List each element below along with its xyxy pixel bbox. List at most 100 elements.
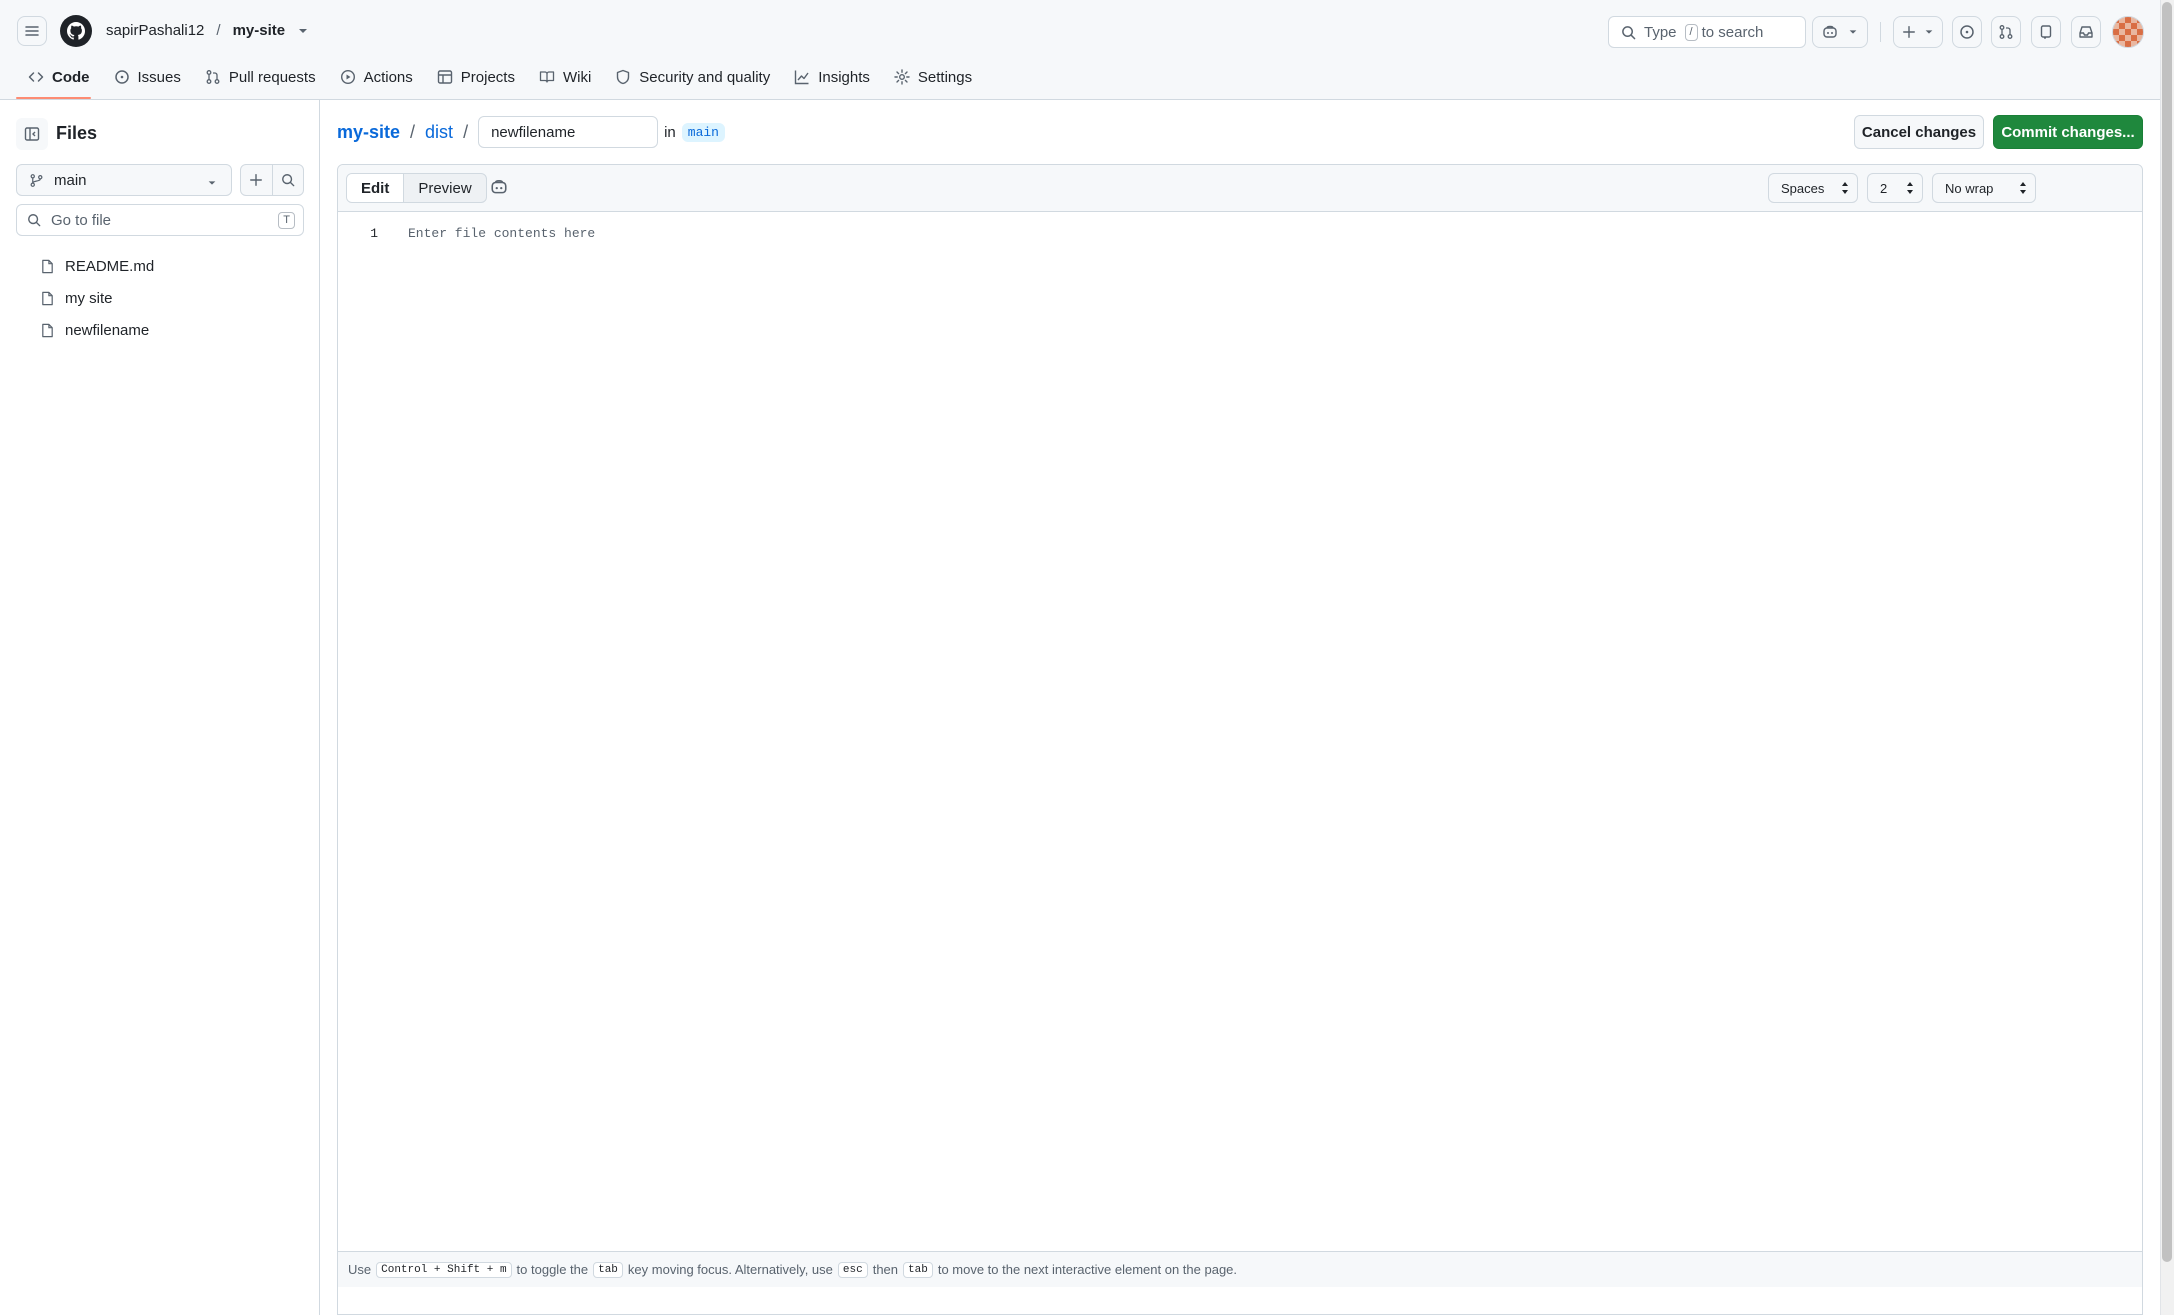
breadcrumb-separator: / xyxy=(216,22,221,39)
path-separator: / xyxy=(463,121,469,142)
cancel-changes-button[interactable]: Cancel changes xyxy=(1854,115,1984,149)
go-to-file-shortcut: T xyxy=(278,212,295,229)
github-logo-icon[interactable] xyxy=(60,15,92,47)
avatar[interactable] xyxy=(2112,16,2144,48)
tab-settings[interactable]: Settings xyxy=(882,62,984,92)
tab-label: Security and quality xyxy=(639,68,771,86)
file-tree-item[interactable]: README.md xyxy=(40,250,310,282)
search-icon xyxy=(1622,25,1636,39)
header-divider xyxy=(1880,22,1881,42)
tab-insights[interactable]: Insights xyxy=(782,62,882,92)
copilot-button[interactable] xyxy=(1812,16,1868,48)
notifications-button[interactable] xyxy=(2071,16,2101,48)
add-file-button[interactable] xyxy=(241,165,272,195)
file-tree: README.md my site newfilename xyxy=(40,250,310,346)
tab-preview[interactable]: Preview xyxy=(404,174,485,202)
tab-label: Code xyxy=(52,68,90,86)
file-tree-item[interactable]: my site xyxy=(40,282,310,314)
line-wrap-value: No wrap xyxy=(1945,180,1994,196)
your-issues-button[interactable] xyxy=(1952,16,1982,48)
editor-main: my-site / dist / in main Cancel changes … xyxy=(321,100,2160,1315)
tab-label: Settings xyxy=(917,68,973,86)
tab-projects[interactable]: Projects xyxy=(425,62,527,92)
search-files-button[interactable] xyxy=(271,165,304,195)
collapse-sidebar-button[interactable] xyxy=(16,118,48,150)
hamburger-icon xyxy=(25,26,39,36)
in-label: in xyxy=(664,123,676,141)
indent-mode-value: Spaces xyxy=(1781,180,1825,196)
repo-root-link[interactable]: my-site xyxy=(337,122,400,143)
copilot-icon[interactable] xyxy=(490,178,508,196)
git-branch-icon xyxy=(30,173,43,187)
branch-name: main xyxy=(54,171,87,189)
editor-toolbar: Edit Preview Spaces 2 No wrap xyxy=(338,165,2142,212)
tab-pull-requests[interactable]: Pull requests xyxy=(193,62,328,92)
select-arrows-icon xyxy=(1907,182,1913,194)
book-icon xyxy=(539,71,555,83)
file-tree-item[interactable]: newfilename xyxy=(40,314,310,346)
editor-keyboard-hint: Use Control + Shift + m to toggle the ta… xyxy=(338,1251,2142,1287)
select-arrows-icon xyxy=(2020,182,2026,194)
editor-placeholder: Enter file contents here xyxy=(408,226,596,241)
git-pull-request-icon xyxy=(1999,25,2013,39)
file-name: my site xyxy=(65,289,113,307)
hint-key: esc xyxy=(837,1261,868,1278)
tab-label: Wiki xyxy=(562,68,592,86)
indent-size-select[interactable]: 2 xyxy=(1867,173,1923,203)
create-new-button[interactable] xyxy=(1893,16,1943,48)
search-prefix: Type xyxy=(1644,23,1677,41)
path-separator: / xyxy=(410,121,416,142)
tab-label: Issues xyxy=(137,68,181,86)
hint-text: to toggle the xyxy=(516,1262,589,1277)
hint-key: Control + Shift + m xyxy=(376,1261,512,1278)
code-icon xyxy=(28,72,44,82)
menu-button[interactable] xyxy=(17,16,47,46)
owner-link[interactable]: sapirPashali12 xyxy=(106,22,204,39)
tab-label: Pull requests xyxy=(228,68,316,86)
git-pull-request-icon xyxy=(206,70,220,84)
triangle-down-icon[interactable] xyxy=(297,25,309,37)
repositories-button[interactable] xyxy=(2031,16,2061,48)
tab-issues[interactable]: Issues xyxy=(102,62,193,92)
file-tree-sidebar: Files main Go to file T README.md my sit… xyxy=(0,100,320,1315)
gear-icon xyxy=(894,69,910,85)
select-arrows-icon xyxy=(1842,182,1848,194)
scrollbar-thumb[interactable] xyxy=(2162,2,2172,1262)
plus-icon xyxy=(1903,26,1915,38)
search-shortcut: / xyxy=(1684,23,1698,41)
tab-code[interactable]: Code xyxy=(16,62,102,92)
hint-text: Use xyxy=(348,1262,372,1277)
file-name: README.md xyxy=(65,257,155,275)
graph-icon xyxy=(795,70,809,85)
play-icon xyxy=(340,69,355,85)
tab-security[interactable]: Security and quality xyxy=(603,62,782,92)
active-tab-underline xyxy=(16,97,91,99)
file-name: newfilename xyxy=(65,321,150,339)
triangle-down-icon xyxy=(1849,30,1857,34)
tab-edit[interactable]: Edit xyxy=(347,174,405,202)
line-wrap-select[interactable]: No wrap xyxy=(1932,173,2036,203)
branch-picker[interactable]: main xyxy=(16,164,232,196)
your-pull-requests-button[interactable] xyxy=(1991,16,2021,48)
edit-preview-toggle: Edit Preview xyxy=(346,173,487,203)
sidebar-title: Files xyxy=(56,123,98,143)
repo-link[interactable]: my-site xyxy=(233,22,286,39)
search-suffix: to search xyxy=(1701,23,1764,41)
issue-opened-icon xyxy=(114,70,129,84)
file-icon xyxy=(42,291,53,305)
go-to-file-input[interactable]: Go to file T xyxy=(16,204,304,236)
code-textarea[interactable]: 1 Enter file contents here xyxy=(338,212,2142,1252)
tab-wiki[interactable]: Wiki xyxy=(527,62,603,92)
indent-mode-select[interactable]: Spaces xyxy=(1768,173,1858,203)
copilot-icon xyxy=(1823,25,1837,38)
tab-label: Insights xyxy=(818,68,870,86)
commit-changes-button[interactable]: Commit changes... xyxy=(1993,115,2143,149)
code-editor: Edit Preview Spaces 2 No wrap 1 Enter fi… xyxy=(337,164,2143,1315)
search-button[interactable]: Type / to search xyxy=(1608,16,1806,48)
line-number: 1 xyxy=(370,226,378,241)
hint-key: tab xyxy=(593,1261,623,1278)
folder-link[interactable]: dist xyxy=(425,122,453,143)
triangle-down-icon xyxy=(208,181,216,185)
filename-input[interactable] xyxy=(478,116,659,148)
tab-actions[interactable]: Actions xyxy=(328,62,425,92)
